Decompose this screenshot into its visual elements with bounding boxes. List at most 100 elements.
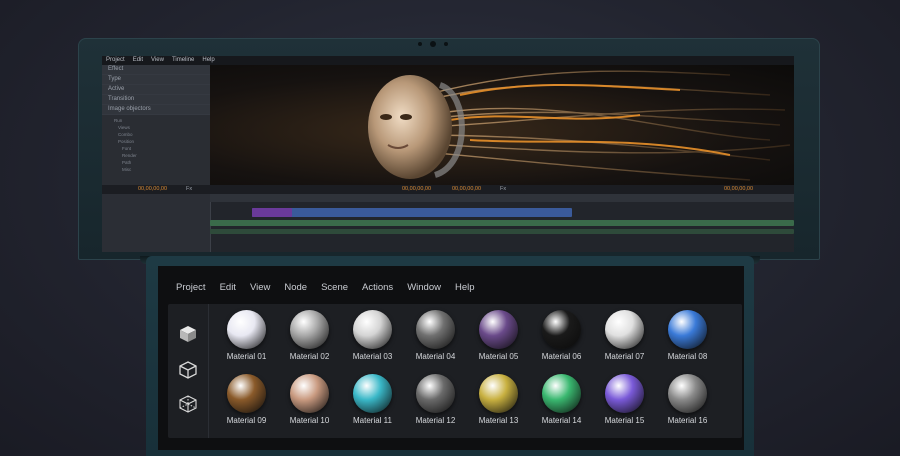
tree-item[interactable]: Render xyxy=(114,152,210,159)
tree-item[interactable]: Views xyxy=(114,124,210,131)
tree-item[interactable]: Path xyxy=(114,159,210,166)
material-tile[interactable]: Material 03 xyxy=(341,310,404,372)
menu-actions[interactable]: Actions xyxy=(362,282,393,293)
lid-menu-project[interactable]: Project xyxy=(106,56,125,65)
lid-menu-timeline[interactable]: Timeline xyxy=(172,56,194,65)
material-label: Material 02 xyxy=(289,352,330,361)
menu-scene[interactable]: Scene xyxy=(321,282,348,293)
panel-row-effect[interactable]: Effect xyxy=(102,65,210,75)
render-preview xyxy=(210,65,794,185)
lid-properties-panel: Effect Type Active Transition Image obje… xyxy=(102,65,211,185)
material-tile[interactable]: Material 11 xyxy=(341,374,404,436)
material-tile[interactable]: Material 05 xyxy=(467,310,530,372)
lid-menubar: Project Edit View Timeline Help xyxy=(102,56,794,65)
timecode-right: 00,00,00,00 xyxy=(724,186,754,192)
material-label: Material 04 xyxy=(415,352,456,361)
lid-timeline xyxy=(102,194,794,252)
secondary-screen: Project Edit View Node Scene Actions Win… xyxy=(158,266,744,450)
material-tile[interactable]: Material 02 xyxy=(278,310,341,372)
timeline-clip[interactable] xyxy=(210,220,794,226)
material-tile[interactable]: Material 06 xyxy=(530,310,593,372)
panel-row-image-objectors[interactable]: Image objectors xyxy=(102,105,210,115)
tree-item[interactable]: Run xyxy=(114,117,210,124)
tree-item[interactable]: Misc xyxy=(114,166,210,173)
material-tile[interactable]: Material 15 xyxy=(593,374,656,436)
timeline-clip[interactable] xyxy=(252,208,292,217)
menu-project[interactable]: Project xyxy=(176,282,206,293)
material-tile[interactable]: Material 13 xyxy=(467,374,530,436)
material-preview-sphere xyxy=(479,310,518,349)
lid-menu-edit[interactable]: Edit xyxy=(133,56,143,65)
material-tile[interactable]: Material 01 xyxy=(215,310,278,372)
material-label: Material 15 xyxy=(604,416,645,425)
material-preview-sphere xyxy=(416,374,455,413)
timeline-clip[interactable] xyxy=(210,229,794,234)
timeline-ruler[interactable] xyxy=(210,194,794,202)
material-tile[interactable]: Material 09 xyxy=(215,374,278,436)
material-label: Material 13 xyxy=(478,416,519,425)
cube-outline-icon[interactable] xyxy=(178,360,198,380)
material-label: Material 16 xyxy=(667,416,708,425)
material-preview-sphere xyxy=(290,374,329,413)
track-headers xyxy=(102,194,211,252)
lid-menu-view[interactable]: View xyxy=(151,56,164,65)
material-preview-sphere xyxy=(605,310,644,349)
material-tile[interactable]: Material 08 xyxy=(656,310,719,372)
material-tile[interactable]: Material 07 xyxy=(593,310,656,372)
material-panel: Material 01 Material 02 Material 03 Mate… xyxy=(168,304,742,438)
cube-wireframe-icon[interactable] xyxy=(178,394,198,414)
timecode-mid2: 00,00,00,00 xyxy=(452,186,482,192)
tree-item[interactable]: Combo xyxy=(114,131,210,138)
material-label: Material 09 xyxy=(226,416,267,425)
timeline-clip[interactable] xyxy=(252,208,572,217)
menu-help[interactable]: Help xyxy=(455,282,475,293)
lid-screen: Project Edit View Timeline Help Effect T… xyxy=(102,56,794,252)
panel-row-active[interactable]: Active xyxy=(102,85,210,95)
timecode-left: 00,00,00,00 xyxy=(138,186,168,192)
material-label: Material 14 xyxy=(541,416,582,425)
lid-timecode-bar: 00,00,00,00 Fx 00,00,00,00 00,00,00,00 F… xyxy=(102,185,794,194)
material-grid: Material 01 Material 02 Material 03 Mate… xyxy=(215,310,742,438)
panel-row-type[interactable]: Type xyxy=(102,75,210,85)
lid-tree: Run Views Combo Position Font Render Pat… xyxy=(102,115,210,173)
material-preview-sphere xyxy=(290,310,329,349)
material-preview-sphere xyxy=(479,374,518,413)
material-preview-sphere xyxy=(227,374,266,413)
camera-dot xyxy=(418,42,422,46)
menu-window[interactable]: Window xyxy=(407,282,441,293)
fps-right[interactable]: Fx xyxy=(500,185,506,194)
tree-item[interactable]: Position xyxy=(114,138,210,145)
menu-node[interactable]: Node xyxy=(284,282,307,293)
material-preview-sphere xyxy=(668,374,707,413)
material-preview-sphere xyxy=(353,374,392,413)
deck-menubar: Project Edit View Node Scene Actions Win… xyxy=(176,282,475,293)
laptop-lid: Project Edit View Timeline Help Effect T… xyxy=(78,38,820,260)
menu-view[interactable]: View xyxy=(250,282,270,293)
material-preview-sphere xyxy=(542,374,581,413)
camera-lens xyxy=(430,41,436,47)
material-label: Material 06 xyxy=(541,352,582,361)
fps-left[interactable]: Fx xyxy=(186,185,192,194)
material-tile[interactable]: Material 16 xyxy=(656,374,719,436)
material-label: Material 07 xyxy=(604,352,645,361)
timecode-mid: 00,00,00,00 xyxy=(402,186,432,192)
material-preview-sphere xyxy=(542,310,581,349)
tree-item[interactable]: Font xyxy=(114,145,210,152)
material-label: Material 11 xyxy=(353,416,392,425)
material-tile[interactable]: Material 12 xyxy=(404,374,467,436)
material-label: Material 03 xyxy=(352,352,393,361)
material-tile[interactable]: Material 14 xyxy=(530,374,593,436)
material-label: Material 12 xyxy=(415,416,456,425)
material-tile[interactable]: Material 10 xyxy=(278,374,341,436)
material-preview-sphere xyxy=(605,374,644,413)
material-tile[interactable]: Material 04 xyxy=(404,310,467,372)
lid-menu-help[interactable]: Help xyxy=(202,56,214,65)
material-label: Material 05 xyxy=(478,352,519,361)
cube-solid-icon[interactable] xyxy=(178,324,198,344)
material-preview-sphere xyxy=(668,310,707,349)
material-preview-sphere xyxy=(416,310,455,349)
material-label: Material 08 xyxy=(667,352,708,361)
panel-row-transition[interactable]: Transition xyxy=(102,95,210,105)
material-preview-sphere xyxy=(227,310,266,349)
menu-edit[interactable]: Edit xyxy=(220,282,236,293)
